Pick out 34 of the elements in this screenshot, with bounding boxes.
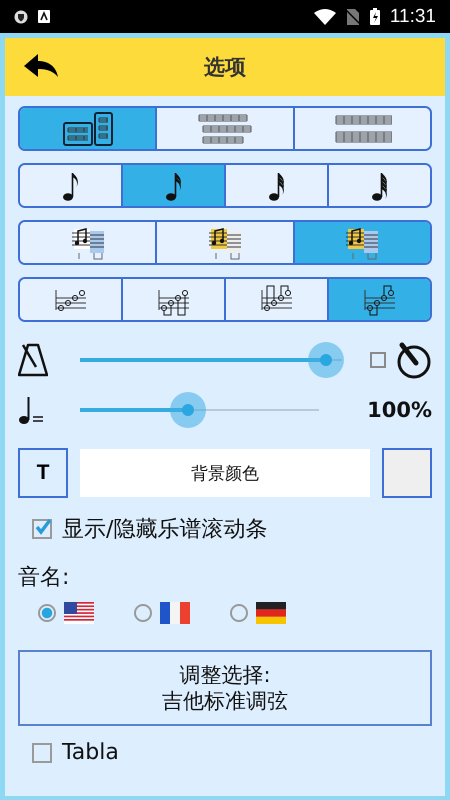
page-layout-icon — [62, 110, 114, 146]
metronome-icon — [18, 343, 48, 377]
segment-option[interactable] — [292, 108, 430, 149]
checkbox[interactable] — [32, 519, 52, 539]
background-color-field[interactable]: 背景颜色 — [80, 449, 370, 497]
tablature-icon — [362, 284, 398, 316]
battery-icon — [370, 8, 380, 25]
radio-button[interactable] — [230, 604, 248, 622]
notification-icon — [38, 10, 50, 23]
text-style-button[interactable]: T — [18, 448, 68, 498]
no-sim-icon — [346, 8, 360, 24]
flag-icon — [256, 602, 286, 624]
checkbox-label: 显示/隐藏乐谱滚动条 — [62, 516, 268, 544]
color-swatch[interactable] — [382, 448, 432, 498]
shield-icon — [14, 10, 28, 24]
flag-icon — [160, 602, 190, 624]
segment-option[interactable] — [20, 108, 156, 149]
checkbox[interactable] — [32, 742, 52, 762]
section-label: 音名: — [18, 564, 70, 592]
speed-value: 100% — [366, 398, 432, 422]
slider-thumb[interactable] — [308, 342, 344, 378]
radio-button[interactable] — [38, 604, 56, 622]
checkbox-label: Tabla — [62, 740, 119, 765]
segment-option[interactable] — [292, 222, 430, 263]
wifi-icon — [314, 8, 336, 24]
clock-time: 11:31 — [390, 6, 436, 28]
slider-thumb[interactable] — [170, 392, 206, 428]
segment-option[interactable] — [121, 165, 224, 206]
segment-option[interactable] — [327, 165, 430, 206]
page-title: 选项 — [203, 54, 247, 81]
flag-icon — [64, 602, 94, 624]
radio-button[interactable] — [134, 604, 152, 622]
checkbox[interactable] — [370, 352, 386, 368]
tuning-button[interactable]: 调整选择: 吉他标准调弦 — [18, 650, 432, 726]
